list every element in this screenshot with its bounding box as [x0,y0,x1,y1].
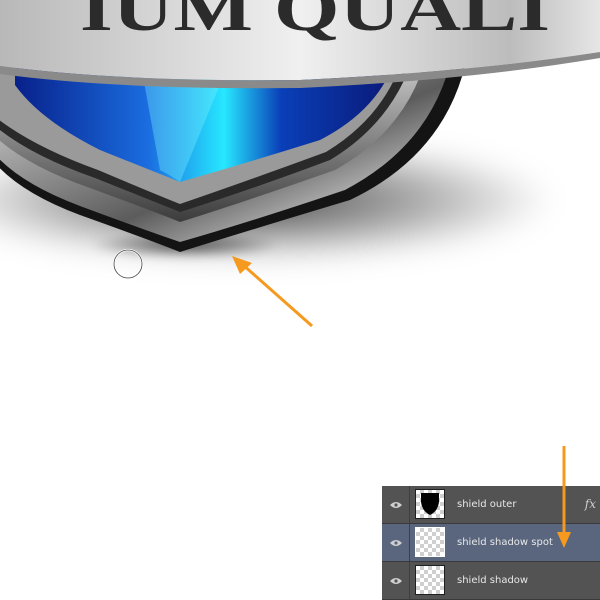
banner-text: IUM QUALI [80,0,550,44]
fx-icon[interactable]: fx [585,486,596,523]
layer-thumbnail [415,527,445,557]
layer-thumbnail [415,565,445,595]
visibility-eye-icon[interactable] [382,524,410,561]
layer-name: shield shadow [457,575,529,586]
layer-name: shield shadow spot [457,537,553,548]
layer-shield-shadow-spot[interactable]: shield shadow spot [382,524,600,562]
orange-arrow-icon [232,256,313,328]
layer-shield-shadow[interactable]: shield shadow [382,562,600,600]
layer-name: shield outer [457,499,517,510]
shield-mask-icon [421,493,439,515]
layers-panel: shield outer fx shield shadow spot shiel… [382,486,600,600]
visibility-eye-icon[interactable] [382,562,410,599]
layer-thumbnail [415,489,445,519]
layer-shield-outer[interactable]: shield outer fx [382,486,600,524]
visibility-eye-icon[interactable] [382,486,410,523]
